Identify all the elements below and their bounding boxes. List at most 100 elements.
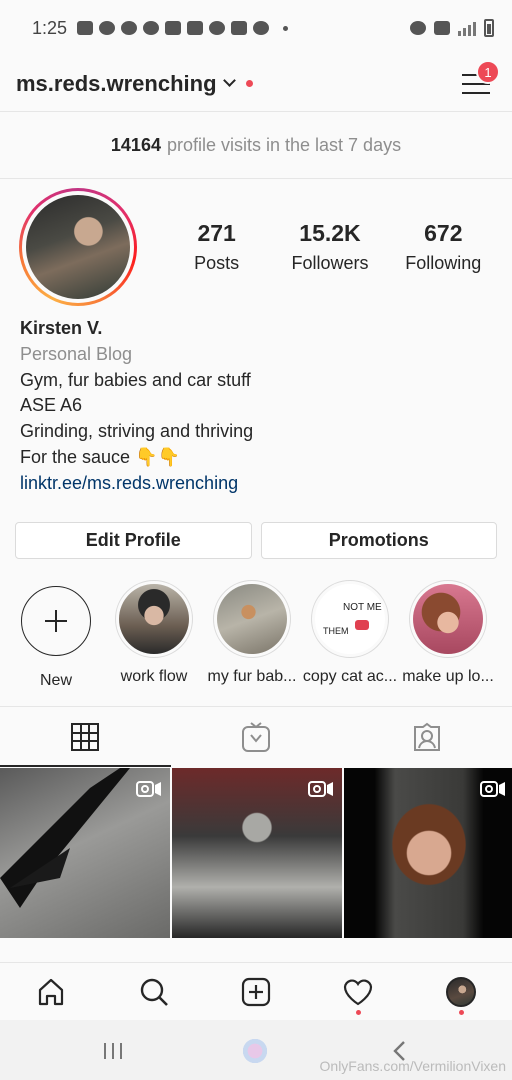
profile-name: Kirsten V. [20, 318, 103, 338]
video-icon [136, 781, 161, 797]
nav-activity[interactable] [333, 967, 383, 1017]
bio-line: Gym, fur babies and car stuff [20, 369, 251, 390]
bio-line: For the sauce 👇👇 [20, 445, 253, 471]
app-icon [121, 21, 138, 35]
account-switcher[interactable]: ms.reds.wrenching [16, 71, 217, 97]
notification-badge: 1 [476, 60, 500, 84]
visits-label: profile visits in the last 7 days [166, 135, 402, 155]
highlight-new[interactable]: New [8, 580, 104, 690]
bio-line: Grinding, striving and thriving [20, 421, 254, 442]
highlight-label: copy cat ac... [302, 668, 398, 685]
profile-stats: 271 Posts 15.2K Followers 672 Following [160, 220, 500, 274]
profile-dot [458, 1009, 464, 1015]
stat-posts[interactable]: 271 Posts [162, 220, 272, 274]
bottom-navigation [0, 962, 512, 1020]
highlight-label: my fur bab... [207, 668, 297, 685]
profile-avatar-icon [445, 976, 476, 1007]
highlight-label: New [39, 672, 72, 689]
grid-post[interactable] [0, 768, 170, 938]
profile-category: Personal Blog [20, 343, 133, 364]
recent-apps-icon[interactable] [102, 1042, 124, 1060]
signal-icon [458, 20, 476, 36]
promotions-button[interactable]: Promotions [260, 522, 497, 559]
highlight-cover [217, 584, 287, 654]
profile-visits-banner[interactable]: 14164 profile visits in the last 7 days [0, 113, 512, 179]
stat-following[interactable]: 672 Following [388, 220, 498, 274]
menu-button[interactable]: 1 [462, 60, 500, 96]
video-icon [308, 781, 333, 797]
telegram-icon [165, 21, 182, 35]
system-icons [410, 19, 494, 37]
nav-home[interactable] [26, 967, 76, 1017]
profile-link[interactable]: linktr.ee/ms.reds.wrenching [20, 471, 253, 497]
edit-profile-button[interactable]: Edit Profile [15, 522, 252, 559]
following-label: Following [405, 253, 482, 273]
profile-tabs [0, 706, 512, 767]
status-time: 1:25 [32, 17, 68, 38]
tab-tagged[interactable] [341, 707, 512, 766]
more-notifications-icon [283, 25, 289, 31]
tab-grid[interactable] [0, 707, 171, 767]
followers-count: 15.2K [299, 220, 361, 246]
instagram-icon [231, 21, 248, 35]
snapchat-icon [209, 21, 226, 35]
story-highlights: New work flow my fur bab... NOT ME THEM … [8, 580, 512, 690]
highlight-cover [119, 584, 189, 654]
followers-label: Followers [291, 253, 369, 273]
battery-icon [484, 19, 494, 37]
posts-count: 271 [197, 220, 236, 246]
wifi-icon [434, 21, 450, 35]
chevron-down-icon[interactable] [222, 74, 236, 87]
following-count: 672 [424, 220, 463, 246]
highlight-item[interactable]: make up lo... [400, 580, 496, 690]
profile-header: ms.reds.wrenching 1 [0, 56, 512, 112]
video-icon [480, 781, 505, 797]
nav-profile[interactable] [436, 967, 486, 1017]
profile-actions: Edit Profile Promotions [15, 522, 497, 559]
nav-search[interactable] [129, 967, 179, 1017]
bio-line-text: For the sauce [20, 446, 131, 467]
plus-icon [21, 586, 91, 656]
posts-label: Posts [194, 253, 240, 273]
avatar-photo [26, 195, 130, 299]
watermark: OnlyFans.com/VermilionVixen [319, 1058, 506, 1074]
grid-icon [71, 722, 100, 751]
system-navigation: OnlyFans.com/VermilionVixen [0, 1020, 512, 1080]
highlight-cover [413, 584, 483, 654]
avatar[interactable] [19, 188, 137, 306]
nav-new-post[interactable] [231, 967, 281, 1017]
account-notification-dot [245, 80, 253, 87]
bio-line: ASE A6 [20, 395, 83, 416]
grid-post[interactable] [344, 768, 512, 938]
add-post-icon [241, 977, 271, 1006]
highlight-cover: NOT ME THEM [315, 584, 385, 654]
message-icon [77, 21, 94, 35]
status-bar: 1:25 [0, 0, 512, 56]
app-icon [143, 21, 160, 35]
pointing-down-emoji: 👇👇 [135, 446, 180, 467]
flower-logo [238, 1034, 272, 1068]
highlight-label: work flow [120, 668, 188, 685]
highlight-item[interactable]: my fur bab... [204, 580, 300, 690]
notification-icons [77, 21, 289, 35]
grid-post[interactable] [172, 768, 342, 938]
tab-igtv[interactable] [171, 707, 342, 766]
visits-count: 14164 [110, 135, 161, 155]
highlight-item[interactable]: NOT ME THEM copy cat ac... [302, 580, 398, 690]
skype-icon [99, 21, 116, 35]
tagged-icon [413, 722, 440, 751]
highlight-item[interactable]: work flow [106, 580, 202, 690]
heart-icon [344, 978, 373, 1005]
stat-followers[interactable]: 15.2K Followers [275, 220, 385, 274]
highlight-cover-text: NOT ME [343, 602, 382, 613]
posts-grid [0, 768, 512, 968]
alarm-icon [410, 21, 426, 35]
highlight-label: make up lo... [402, 668, 494, 685]
highlight-cover-text: THEM [323, 626, 349, 636]
profile-bio: Kirsten V. Personal Blog Gym, fur babies… [20, 316, 253, 497]
home-icon [39, 978, 64, 1005]
snapchat-icon [253, 21, 270, 35]
activity-dot [356, 1009, 362, 1015]
igtv-icon [242, 721, 270, 752]
contact-icon [187, 21, 204, 35]
